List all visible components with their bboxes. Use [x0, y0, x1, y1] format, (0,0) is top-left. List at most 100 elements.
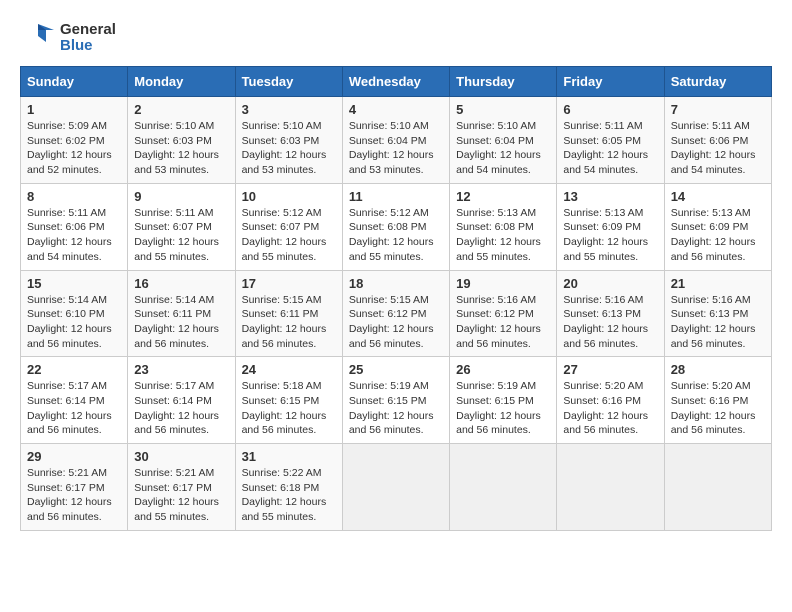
- day-number: 3: [242, 102, 336, 117]
- day-info: Sunrise: 5:10 AMSunset: 6:03 PMDaylight:…: [242, 120, 327, 176]
- day-number: 10: [242, 189, 336, 204]
- calendar-cell: 8 Sunrise: 5:11 AMSunset: 6:06 PMDayligh…: [21, 183, 128, 270]
- calendar-cell: 16 Sunrise: 5:14 AMSunset: 6:11 PMDaylig…: [128, 270, 235, 357]
- day-number: 19: [456, 276, 550, 291]
- day-number: 2: [134, 102, 228, 117]
- calendar-cell: 14 Sunrise: 5:13 AMSunset: 6:09 PMDaylig…: [664, 183, 771, 270]
- day-info: Sunrise: 5:12 AMSunset: 6:08 PMDaylight:…: [349, 207, 434, 263]
- calendar-cell: 9 Sunrise: 5:11 AMSunset: 6:07 PMDayligh…: [128, 183, 235, 270]
- header-saturday: Saturday: [664, 67, 771, 97]
- day-number: 15: [27, 276, 121, 291]
- calendar-cell: 18 Sunrise: 5:15 AMSunset: 6:12 PMDaylig…: [342, 270, 449, 357]
- day-number: 28: [671, 362, 765, 377]
- day-number: 27: [563, 362, 657, 377]
- calendar-cell: 24 Sunrise: 5:18 AMSunset: 6:15 PMDaylig…: [235, 357, 342, 444]
- day-number: 12: [456, 189, 550, 204]
- day-info: Sunrise: 5:11 AMSunset: 6:07 PMDaylight:…: [134, 207, 219, 263]
- day-number: 29: [27, 449, 121, 464]
- day-info: Sunrise: 5:19 AMSunset: 6:15 PMDaylight:…: [349, 380, 434, 436]
- day-number: 5: [456, 102, 550, 117]
- header: General Blue: [20, 20, 772, 56]
- day-number: 1: [27, 102, 121, 117]
- day-number: 22: [27, 362, 121, 377]
- day-number: 16: [134, 276, 228, 291]
- day-number: 8: [27, 189, 121, 204]
- day-info: Sunrise: 5:20 AMSunset: 6:16 PMDaylight:…: [563, 380, 648, 436]
- day-info: Sunrise: 5:10 AMSunset: 6:03 PMDaylight:…: [134, 120, 219, 176]
- day-info: Sunrise: 5:16 AMSunset: 6:13 PMDaylight:…: [671, 294, 756, 350]
- week-row-4: 22 Sunrise: 5:17 AMSunset: 6:14 PMDaylig…: [21, 357, 772, 444]
- day-info: Sunrise: 5:21 AMSunset: 6:17 PMDaylight:…: [27, 467, 112, 523]
- day-number: 31: [242, 449, 336, 464]
- header-thursday: Thursday: [450, 67, 557, 97]
- day-info: Sunrise: 5:20 AMSunset: 6:16 PMDaylight:…: [671, 380, 756, 436]
- day-info: Sunrise: 5:12 AMSunset: 6:07 PMDaylight:…: [242, 207, 327, 263]
- calendar-cell: 3 Sunrise: 5:10 AMSunset: 6:03 PMDayligh…: [235, 97, 342, 184]
- week-row-3: 15 Sunrise: 5:14 AMSunset: 6:10 PMDaylig…: [21, 270, 772, 357]
- day-info: Sunrise: 5:17 AMSunset: 6:14 PMDaylight:…: [27, 380, 112, 436]
- week-row-2: 8 Sunrise: 5:11 AMSunset: 6:06 PMDayligh…: [21, 183, 772, 270]
- calendar-cell: 28 Sunrise: 5:20 AMSunset: 6:16 PMDaylig…: [664, 357, 771, 444]
- calendar-cell: 20 Sunrise: 5:16 AMSunset: 6:13 PMDaylig…: [557, 270, 664, 357]
- calendar-cell: 10 Sunrise: 5:12 AMSunset: 6:07 PMDaylig…: [235, 183, 342, 270]
- day-number: 9: [134, 189, 228, 204]
- day-info: Sunrise: 5:10 AMSunset: 6:04 PMDaylight:…: [456, 120, 541, 176]
- day-number: 6: [563, 102, 657, 117]
- calendar-cell: 31 Sunrise: 5:22 AMSunset: 6:18 PMDaylig…: [235, 444, 342, 531]
- header-friday: Friday: [557, 67, 664, 97]
- calendar-cell: 4 Sunrise: 5:10 AMSunset: 6:04 PMDayligh…: [342, 97, 449, 184]
- day-info: Sunrise: 5:19 AMSunset: 6:15 PMDaylight:…: [456, 380, 541, 436]
- day-info: Sunrise: 5:16 AMSunset: 6:13 PMDaylight:…: [563, 294, 648, 350]
- day-number: 4: [349, 102, 443, 117]
- logo: General Blue: [20, 20, 116, 56]
- calendar-cell: 27 Sunrise: 5:20 AMSunset: 6:16 PMDaylig…: [557, 357, 664, 444]
- calendar-cell: 12 Sunrise: 5:13 AMSunset: 6:08 PMDaylig…: [450, 183, 557, 270]
- day-info: Sunrise: 5:15 AMSunset: 6:11 PMDaylight:…: [242, 294, 327, 350]
- day-info: Sunrise: 5:21 AMSunset: 6:17 PMDaylight:…: [134, 467, 219, 523]
- calendar-cell: 7 Sunrise: 5:11 AMSunset: 6:06 PMDayligh…: [664, 97, 771, 184]
- header-sunday: Sunday: [21, 67, 128, 97]
- calendar-cell: 19 Sunrise: 5:16 AMSunset: 6:12 PMDaylig…: [450, 270, 557, 357]
- day-info: Sunrise: 5:22 AMSunset: 6:18 PMDaylight:…: [242, 467, 327, 523]
- calendar-cell: [450, 444, 557, 531]
- header-wednesday: Wednesday: [342, 67, 449, 97]
- week-row-1: 1 Sunrise: 5:09 AMSunset: 6:02 PMDayligh…: [21, 97, 772, 184]
- day-number: 24: [242, 362, 336, 377]
- calendar-cell: [557, 444, 664, 531]
- day-info: Sunrise: 5:14 AMSunset: 6:11 PMDaylight:…: [134, 294, 219, 350]
- calendar-cell: [664, 444, 771, 531]
- day-number: 14: [671, 189, 765, 204]
- day-number: 26: [456, 362, 550, 377]
- calendar-cell: 17 Sunrise: 5:15 AMSunset: 6:11 PMDaylig…: [235, 270, 342, 357]
- day-info: Sunrise: 5:13 AMSunset: 6:08 PMDaylight:…: [456, 207, 541, 263]
- day-info: Sunrise: 5:14 AMSunset: 6:10 PMDaylight:…: [27, 294, 112, 350]
- day-info: Sunrise: 5:11 AMSunset: 6:06 PMDaylight:…: [27, 207, 112, 263]
- calendar-cell: [342, 444, 449, 531]
- day-number: 23: [134, 362, 228, 377]
- day-number: 13: [563, 189, 657, 204]
- day-info: Sunrise: 5:10 AMSunset: 6:04 PMDaylight:…: [349, 120, 434, 176]
- header-monday: Monday: [128, 67, 235, 97]
- calendar-table: SundayMondayTuesdayWednesdayThursdayFrid…: [20, 66, 772, 531]
- week-row-5: 29 Sunrise: 5:21 AMSunset: 6:17 PMDaylig…: [21, 444, 772, 531]
- logo-icon: [20, 20, 56, 56]
- calendar-cell: 5 Sunrise: 5:10 AMSunset: 6:04 PMDayligh…: [450, 97, 557, 184]
- day-info: Sunrise: 5:15 AMSunset: 6:12 PMDaylight:…: [349, 294, 434, 350]
- day-info: Sunrise: 5:09 AMSunset: 6:02 PMDaylight:…: [27, 120, 112, 176]
- calendar-cell: 22 Sunrise: 5:17 AMSunset: 6:14 PMDaylig…: [21, 357, 128, 444]
- day-number: 7: [671, 102, 765, 117]
- day-info: Sunrise: 5:13 AMSunset: 6:09 PMDaylight:…: [671, 207, 756, 263]
- calendar-header-row: SundayMondayTuesdayWednesdayThursdayFrid…: [21, 67, 772, 97]
- calendar-cell: 13 Sunrise: 5:13 AMSunset: 6:09 PMDaylig…: [557, 183, 664, 270]
- calendar-cell: 21 Sunrise: 5:16 AMSunset: 6:13 PMDaylig…: [664, 270, 771, 357]
- calendar-cell: 15 Sunrise: 5:14 AMSunset: 6:10 PMDaylig…: [21, 270, 128, 357]
- calendar-cell: 1 Sunrise: 5:09 AMSunset: 6:02 PMDayligh…: [21, 97, 128, 184]
- calendar-cell: 11 Sunrise: 5:12 AMSunset: 6:08 PMDaylig…: [342, 183, 449, 270]
- calendar-cell: 6 Sunrise: 5:11 AMSunset: 6:05 PMDayligh…: [557, 97, 664, 184]
- calendar-cell: 29 Sunrise: 5:21 AMSunset: 6:17 PMDaylig…: [21, 444, 128, 531]
- day-number: 20: [563, 276, 657, 291]
- day-number: 21: [671, 276, 765, 291]
- day-info: Sunrise: 5:13 AMSunset: 6:09 PMDaylight:…: [563, 207, 648, 263]
- header-tuesday: Tuesday: [235, 67, 342, 97]
- day-number: 18: [349, 276, 443, 291]
